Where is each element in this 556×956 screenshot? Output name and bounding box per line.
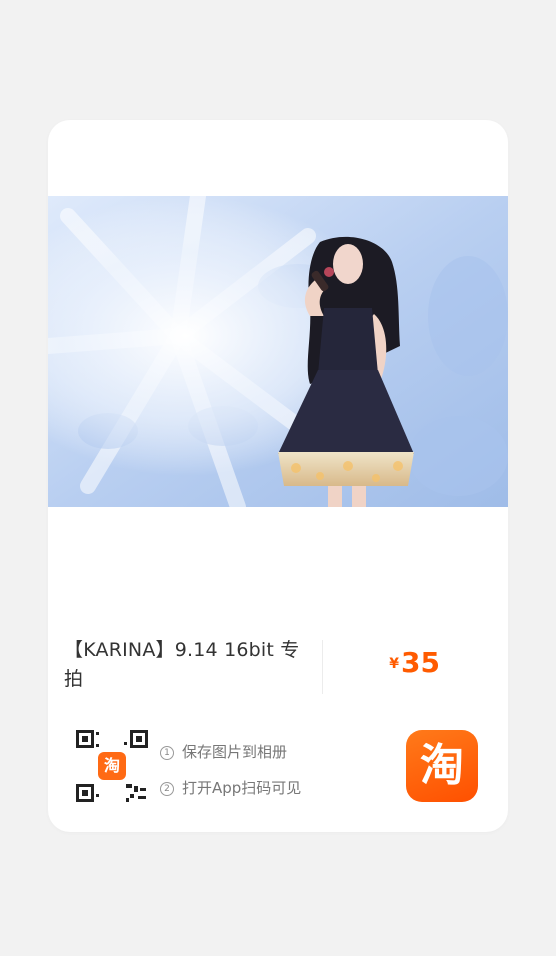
currency-symbol: ¥ [389,656,400,672]
qr-code[interactable]: 淘 [74,728,152,806]
instruction-list: 1 保存图片到相册 2 打开App扫码可见 [160,734,301,806]
step-number: 2 [160,782,174,796]
step-text: 保存图片到相册 [182,743,288,761]
qr-center-logo: 淘 [98,752,126,780]
step-text: 打开App扫码可见 [182,779,302,797]
product-image [48,196,508,507]
share-footer: 淘 1 保存图片到相册 2 打开App扫码可见 淘 [48,724,508,814]
product-info: 【KARINA】9.14 16bit 专拍 ¥35 [48,632,508,698]
instruction-step-2: 2 打开App扫码可见 [160,770,301,806]
divider [322,640,323,694]
price-value: 35 [401,646,440,679]
step-number: 1 [160,746,174,760]
product-photo[interactable] [48,196,508,507]
instruction-step-1: 1 保存图片到相册 [160,734,301,770]
taobao-app-icon[interactable]: 淘 [406,730,478,802]
share-card: 【KARINA】9.14 16bit 专拍 ¥35 淘 1 保存图片到相册 2 … [48,120,508,832]
product-price: ¥35 [389,646,440,679]
product-title[interactable]: 【KARINA】9.14 16bit 专拍 [64,636,302,694]
